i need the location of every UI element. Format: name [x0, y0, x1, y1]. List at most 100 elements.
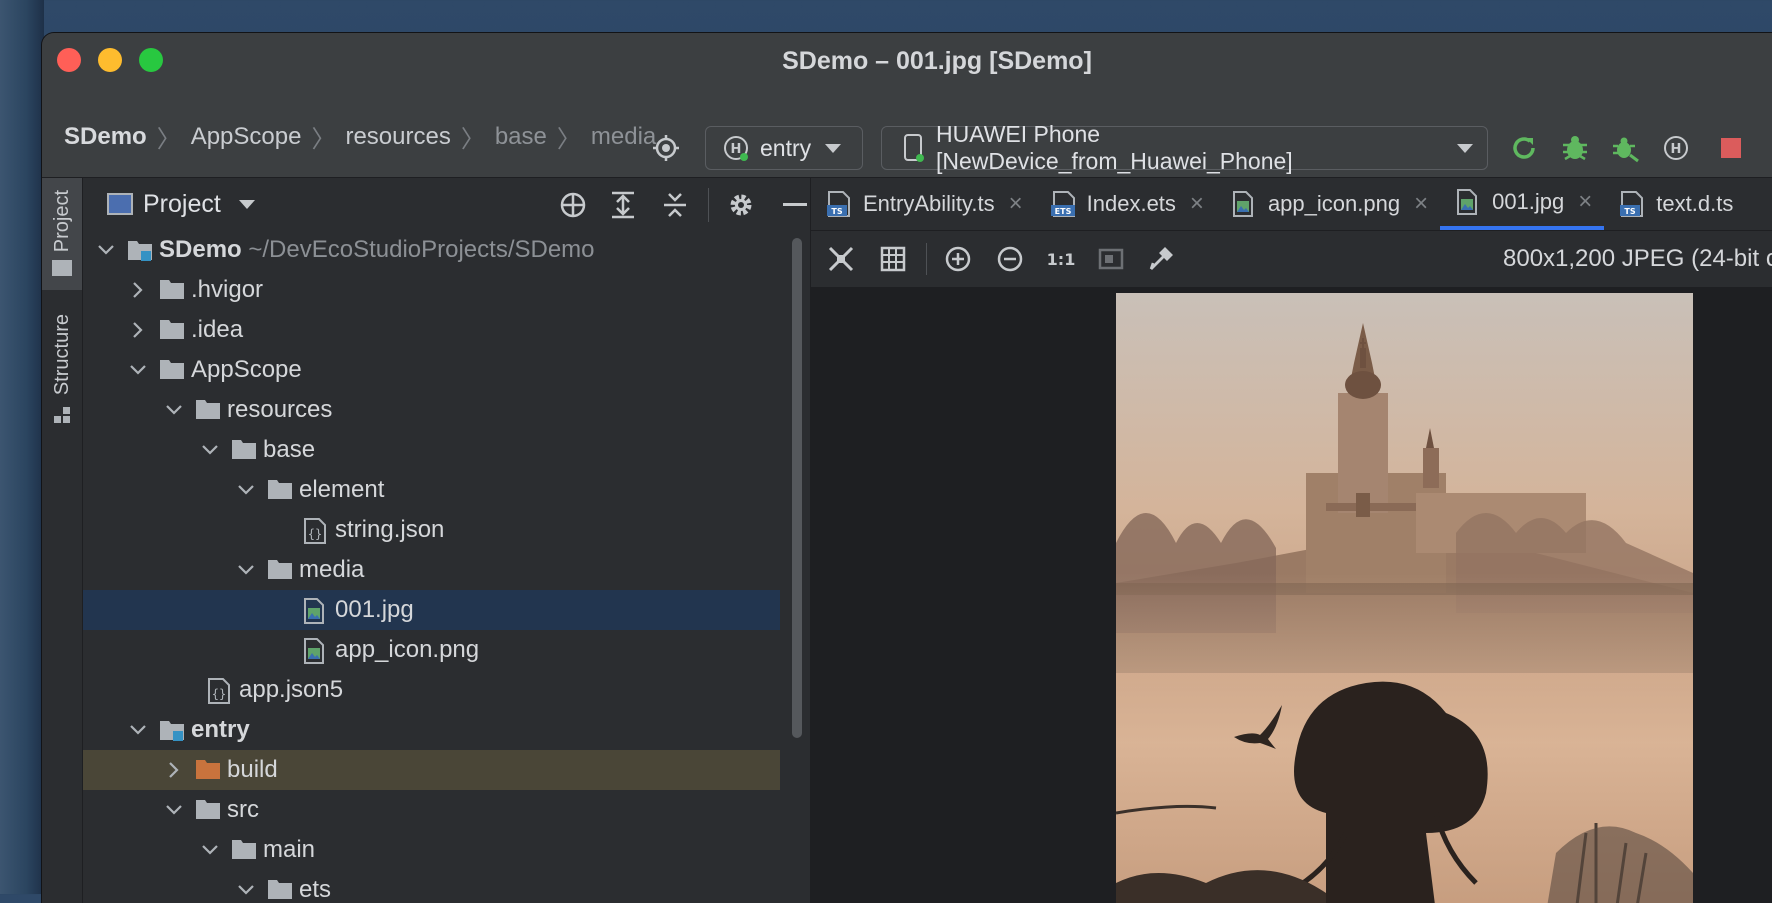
- breadcrumb-item[interactable]: base: [495, 123, 547, 151]
- breadcrumb-item[interactable]: SDemo: [64, 123, 147, 151]
- breadcrumb-item[interactable]: AppScope: [191, 123, 302, 151]
- grid-icon[interactable]: [879, 245, 907, 278]
- locate-file-icon[interactable]: [558, 190, 588, 225]
- tab-app-icon-png[interactable]: app_icon.png ×: [1216, 178, 1440, 230]
- attach-debugger-icon[interactable]: [1610, 132, 1642, 164]
- chevron-down-icon[interactable]: [163, 799, 185, 821]
- device-selector-label: HUAWEI Phone [NewDevice_from_Huawei_Phon…: [936, 121, 1293, 174]
- chevron-down-icon[interactable]: [199, 439, 221, 461]
- tree-item-sdemo[interactable]: SDemo ~/DevEcoStudioProjects/SDemo: [83, 230, 780, 270]
- folder-icon: [195, 798, 220, 822]
- project-tool-tab[interactable]: Project: [42, 178, 82, 290]
- tab-entryability-ts[interactable]: TS EntryAbility.ts ×: [811, 178, 1035, 230]
- folder-icon: [231, 438, 256, 462]
- locate-target-icon[interactable]: [651, 133, 681, 163]
- tree-item-label: .idea: [191, 316, 244, 343]
- debug-icon[interactable]: [1559, 132, 1591, 164]
- tree-item-label: element: [299, 476, 385, 503]
- svg-text:TS: TS: [831, 207, 842, 216]
- svg-text:{}: {}: [212, 687, 226, 701]
- image-viewer-toolbar: 1:1 800x1,200 JPEG (24-bit co: [811, 231, 1772, 288]
- chevron-down-icon[interactable]: [199, 839, 221, 861]
- tree-item-app-icon-png[interactable]: app_icon.png: [83, 630, 780, 670]
- zoom-window-button[interactable]: [139, 48, 163, 72]
- chevron-down-icon[interactable]: [235, 879, 257, 901]
- json-file-icon: {}: [207, 678, 231, 704]
- collapse-all-icon[interactable]: [661, 190, 689, 225]
- module-folder-icon: [127, 238, 152, 262]
- tree-item-src[interactable]: src: [83, 790, 780, 830]
- tab-label: EntryAbility.ts: [863, 191, 995, 216]
- ets-file-icon: ETS: [1050, 191, 1075, 217]
- chevron-down-icon[interactable]: [238, 199, 255, 209]
- tree-item-label: media: [299, 556, 365, 583]
- tree-item-idea[interactable]: .idea: [83, 310, 780, 350]
- close-icon[interactable]: ×: [1414, 190, 1428, 218]
- project-tree-scrollbar[interactable]: [792, 238, 802, 738]
- tree-item-label: .hvigor: [191, 276, 264, 303]
- zoom-in-icon[interactable]: [944, 245, 972, 278]
- hide-panel-icon[interactable]: [783, 203, 807, 206]
- breadcrumb-item[interactable]: media: [591, 123, 656, 151]
- color-picker-icon[interactable]: [1147, 245, 1175, 278]
- rerun-icon[interactable]: [1508, 132, 1540, 164]
- chevron-down-icon[interactable]: [235, 559, 257, 581]
- tree-item-main[interactable]: main: [83, 830, 780, 870]
- chevron-right-icon[interactable]: [127, 279, 149, 301]
- tab-label: 001.jpg: [1492, 189, 1565, 214]
- image-file-icon: [1456, 189, 1480, 215]
- expand-all-icon[interactable]: [609, 190, 637, 225]
- editor-area: TS EntryAbility.ts × ETS Index.ets × app…: [811, 178, 1772, 903]
- tab-index-ets[interactable]: ETS Index.ets ×: [1035, 178, 1216, 230]
- tree-item-ets[interactable]: ets: [83, 870, 780, 903]
- ide-window: SDemo – 001.jpg [SDemo] SDemo 〉 AppScope…: [42, 33, 1772, 903]
- project-view-selector[interactable]: Project: [143, 190, 221, 219]
- close-icon[interactable]: ×: [1190, 190, 1204, 218]
- editor-tabs: TS EntryAbility.ts × ETS Index.ets × app…: [811, 178, 1772, 231]
- module-selector[interactable]: H entry: [705, 126, 863, 170]
- chevron-down-icon[interactable]: [235, 479, 257, 501]
- breadcrumb-item[interactable]: resources: [345, 123, 450, 151]
- tree-item-appscope[interactable]: AppScope: [83, 350, 780, 390]
- tree-item-hvigor[interactable]: .hvigor: [83, 270, 780, 310]
- chevron-down-icon[interactable]: [163, 399, 185, 421]
- actual-size-icon[interactable]: 1:1: [1047, 247, 1076, 276]
- image-file-icon: [303, 598, 327, 624]
- tab-label: app_icon.png: [1267, 191, 1401, 216]
- window-controls: [57, 48, 163, 72]
- tree-item-entry[interactable]: entry: [83, 710, 780, 750]
- tree-item-label: main: [263, 836, 316, 863]
- tree-item-media[interactable]: media: [83, 550, 780, 590]
- stop-icon[interactable]: [1718, 135, 1744, 161]
- fit-to-window-icon[interactable]: [827, 245, 855, 278]
- harmony-profile-icon[interactable]: H: [1660, 132, 1692, 164]
- tab-001-jpg[interactable]: 001.jpg ×: [1440, 178, 1605, 230]
- tree-item-label: entry: [191, 716, 250, 743]
- gear-icon[interactable]: [726, 190, 756, 225]
- close-icon[interactable]: ×: [1009, 190, 1023, 218]
- svg-text:H: H: [731, 142, 742, 157]
- tree-item-001-jpg[interactable]: 001.jpg: [83, 590, 780, 630]
- chevron-right-icon[interactable]: [163, 759, 185, 781]
- folder-icon: [267, 558, 292, 582]
- tree-item-label: string.json: [335, 516, 445, 543]
- fit-zoom-icon[interactable]: [1097, 245, 1125, 278]
- tree-item-element[interactable]: element: [83, 470, 780, 510]
- tree-item-build[interactable]: build: [83, 750, 780, 790]
- tree-item-resources[interactable]: resources: [83, 390, 780, 430]
- tree-item-string-json[interactable]: {} string.json: [83, 510, 780, 550]
- close-window-button[interactable]: [57, 48, 81, 72]
- chevron-down-icon[interactable]: [127, 719, 149, 741]
- tree-item-base[interactable]: base: [83, 430, 780, 470]
- zoom-out-icon[interactable]: [996, 245, 1024, 278]
- close-icon[interactable]: ×: [1578, 188, 1592, 216]
- tab-text-d-ts[interactable]: TS text.d.ts: [1604, 178, 1745, 230]
- chevron-down-icon[interactable]: [95, 239, 117, 261]
- device-selector[interactable]: HUAWEI Phone [NewDevice_from_Huawei_Phon…: [881, 121, 1488, 174]
- minimize-window-button[interactable]: [98, 48, 122, 72]
- chevron-down-icon[interactable]: [127, 359, 149, 381]
- structure-tool-tab[interactable]: Structure: [42, 314, 82, 444]
- chevron-right-icon[interactable]: [127, 319, 149, 341]
- module-folder-icon: [159, 718, 184, 742]
- tree-item-app-json5[interactable]: {} app.json5: [83, 670, 780, 710]
